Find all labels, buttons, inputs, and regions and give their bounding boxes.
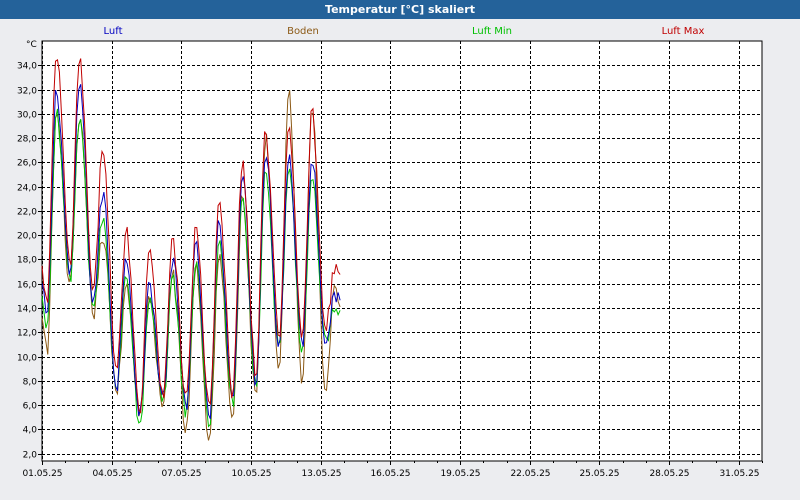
- x-tick-label: 25.05.25: [579, 469, 619, 479]
- y-tick-label: 22,0: [17, 208, 37, 218]
- legend-entry-luft: Luft: [104, 26, 123, 37]
- x-tick-label: 01.05.25: [22, 469, 62, 479]
- y-tick-label: 34,0: [17, 62, 37, 72]
- x-tick-label: 04.05.25: [92, 469, 132, 479]
- x-tick-label: 19.05.25: [440, 469, 480, 479]
- y-tick-label: 24,0: [17, 184, 37, 194]
- x-tick-label: 10.05.25: [231, 469, 271, 479]
- x-tick-label: 07.05.25: [161, 469, 201, 479]
- x-tick-label: 16.05.25: [370, 469, 410, 479]
- y-tick-label: 32,0: [17, 87, 37, 97]
- temperature-chart: Luft Boden Luft Min Luft Max °C 2,0 4,0 6,0 8,…: [17, 26, 763, 479]
- legend: Luft Boden Luft Min Luft Max: [104, 26, 705, 37]
- y-tick-label: 8,0: [23, 378, 38, 388]
- y-tick-label: 30,0: [17, 111, 37, 121]
- legend-entry-boden: Boden: [287, 26, 319, 37]
- y-tick-label: 14,0: [17, 305, 37, 315]
- legend-entry-luft-max: Luft Max: [662, 26, 705, 37]
- y-tick-label: 28,0: [17, 135, 37, 145]
- y-tick-label: 20,0: [17, 232, 37, 242]
- y-tick-label: 2,0: [23, 451, 38, 461]
- x-tick-label: 13.05.25: [301, 469, 341, 479]
- plot-area: [41, 40, 763, 462]
- y-axis-unit-label: °C: [26, 40, 37, 50]
- y-axis: 2,0 4,0 6,0 8,0 10,0 12,0 14,0 16,0 18,0 20,0 22,0…: [17, 62, 42, 461]
- y-tick-label: 18,0: [17, 256, 37, 266]
- y-tick-label: 12,0: [17, 329, 37, 339]
- y-tick-label: 10,0: [17, 354, 37, 364]
- window-title: Temperatur [°C] skaliert: [0, 0, 800, 19]
- legend-entry-luft-min: Luft Min: [472, 26, 512, 37]
- y-tick-label: 26,0: [17, 159, 37, 169]
- x-axis: 01.05.25 04.05.25 07.05.25 10.05.25 13.05.25…: [22, 461, 763, 479]
- x-tick-label: 31.05.25: [719, 469, 759, 479]
- y-tick-label: 16,0: [17, 281, 37, 291]
- x-tick-label: 22.05.25: [510, 469, 550, 479]
- x-tick-label: 28.05.25: [649, 469, 689, 479]
- y-tick-label: 4,0: [23, 426, 38, 436]
- y-tick-label: 6,0: [23, 402, 38, 412]
